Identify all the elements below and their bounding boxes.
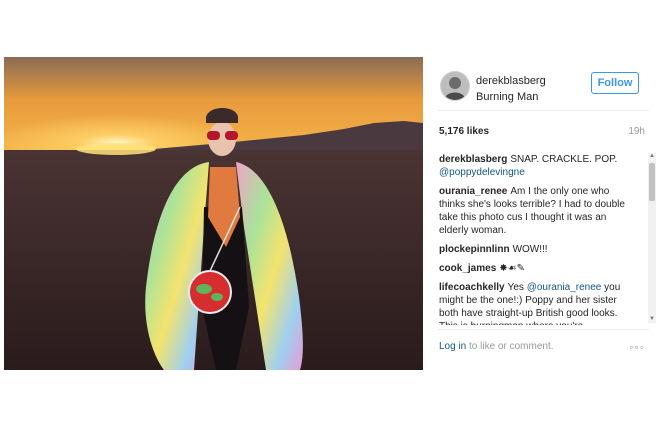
comment-username[interactable]: lifecoachkelly [439,282,505,293]
follow-button[interactable]: Follow [591,72,639,94]
comment-username[interactable]: derekblasberg [439,154,507,165]
comment-username[interactable]: plockepinnlinn [439,244,510,255]
more-options-icon[interactable]: ◦◦◦ [629,340,645,354]
username-link[interactable]: derekblasberg [476,75,546,87]
divider [437,110,649,111]
avatar-image [441,72,469,100]
comment-list: derekblasberg SNAP. CRACKLE. POP. @poppyd… [439,153,633,325]
post-photo-image [4,57,423,370]
login-link[interactable]: Log in [439,341,466,352]
likes-count[interactable]: 5,176 likes [439,126,489,137]
comment-item: lifecoachkelly Yes @ourania_renee you mig… [439,281,633,325]
login-prompt-text: to like or comment. [469,341,554,352]
divider [437,329,649,330]
scroll-down-icon[interactable]: ▼ [648,316,656,323]
comment-text: Yes [507,282,524,293]
scrollbar-thumb[interactable] [649,163,655,201]
comment-item: derekblasberg SNAP. CRACKLE. POP. @poppyd… [439,153,633,179]
instagram-post: derekblasberg Burning Man Follow 5,176 l… [4,57,659,370]
comment-item: ourania_renee Am I the only one who think… [439,185,633,237]
comment-text: ✸☙✎ [499,263,525,274]
post-timestamp[interactable]: 19h [628,126,645,137]
comment-username[interactable]: ourania_renee [439,186,507,197]
login-prompt: Log in to like or comment. [439,341,554,352]
post-photo[interactable] [4,57,423,370]
comment-mention[interactable]: @ourania_renee [527,282,602,293]
comment-mention[interactable]: @poppydelevingne [439,167,525,178]
comment-item: cook_james ✸☙✎ [439,262,633,275]
post-header: derekblasberg Burning Man Follow [437,67,649,109]
scroll-up-icon[interactable]: ▲ [648,153,656,160]
comment-text: SNAP. CRACKLE. POP. [510,154,618,165]
comment-item: plockepinnlinn WOW!!! [439,243,633,256]
post-sidebar: derekblasberg Burning Man Follow 5,176 l… [423,57,659,370]
comment-text: WOW!!! [512,244,548,255]
comments-scrollbar[interactable]: ▲ ▼ [648,153,656,323]
comment-username[interactable]: cook_james [439,263,496,274]
location-link[interactable]: Burning Man [476,91,538,103]
avatar[interactable] [440,71,470,101]
